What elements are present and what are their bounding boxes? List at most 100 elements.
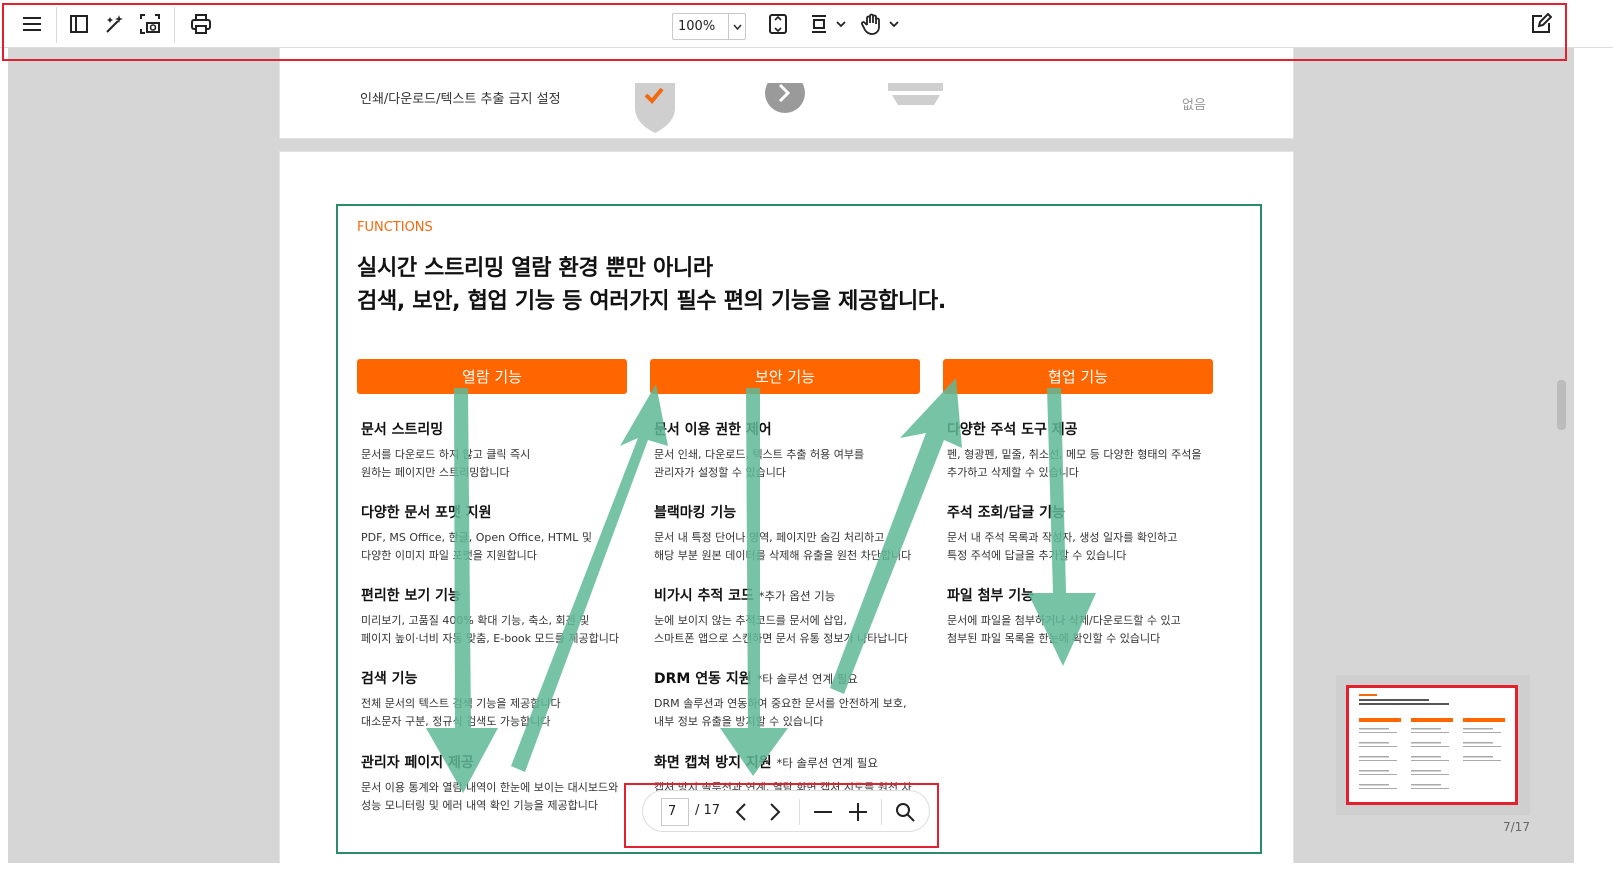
feature-desc: 첨부된 파일 목록을 한눈에 확인할 수 있습니다 xyxy=(947,632,1161,645)
page-navigator: 7 / 17 xyxy=(642,790,930,832)
thumbnail-page-label: 7/17 xyxy=(1503,820,1530,834)
current-page: FUNCTIONS 실시간 스트리밍 열람 환경 뿐만 아니라 검색, 보안, … xyxy=(280,152,1293,863)
page-thumbnail[interactable] xyxy=(1346,685,1518,805)
screenshot-button[interactable] xyxy=(134,8,166,40)
feature-item: 다양한 문서 포맷 지원 PDF, MS Office, 한글, Open Of… xyxy=(361,502,641,565)
feature-item: 문서 이용 권한 제어 문서 인쇄, 다운로드, 텍스트 추출 허용 여부를 관… xyxy=(654,419,934,482)
feature-title: 파일 첨부 기능 xyxy=(947,588,1035,604)
feature-desc: 미리보기, 고품질 400% 확대 기능, 축소, 회전 및 xyxy=(361,614,590,627)
column-header-security: 보안 기능 xyxy=(650,359,920,394)
fit-page-button[interactable] xyxy=(762,8,794,40)
feature-title-text: 화면 캡쳐 방지 지원 xyxy=(654,755,772,771)
chevron-down-icon xyxy=(728,14,745,39)
pager-divider xyxy=(799,799,800,825)
feature-note: *타 솔루션 연계 필요 xyxy=(756,672,858,686)
next-page-button[interactable] xyxy=(761,798,789,826)
feature-title: 다양한 문서 포맷 지원 xyxy=(361,505,492,521)
edit-icon xyxy=(1532,13,1552,33)
zoom-value: 100% xyxy=(678,19,716,34)
feature-title: 블랙마킹 기능 xyxy=(654,505,737,521)
content-frame: FUNCTIONS 실시간 스트리밍 열람 환경 뿐만 아니라 검색, 보안, … xyxy=(336,204,1262,854)
feature-title: 관리자 페이지 제공 xyxy=(361,755,474,771)
toolbar-divider xyxy=(174,7,175,43)
feature-title-text: 비가시 추적 코드 xyxy=(654,588,754,604)
feature-desc: 내부 정보 유출을 방지할 수 있습니다 xyxy=(654,715,824,728)
menu-button[interactable] xyxy=(16,8,48,40)
feature-desc: 관리자가 설정할 수 있습니다 xyxy=(654,466,786,479)
page-number-input[interactable]: 7 xyxy=(661,798,689,826)
scroll-mode-button[interactable] xyxy=(808,8,850,40)
feature-item: DRM 연동 지원 *타 솔루션 연계 필요 DRM 솔루션과 연동하여 중요한… xyxy=(654,668,934,731)
column-header-collaboration: 협업 기능 xyxy=(943,359,1213,394)
feature-title: 화면 캡쳐 방지 지원 *타 솔루션 연계 필요 xyxy=(654,752,934,772)
feature-title: 문서 스트리밍 xyxy=(361,422,444,438)
thumbnail-panel xyxy=(1336,675,1530,815)
feature-title: 문서 이용 권한 제어 xyxy=(654,422,772,438)
zoom-select[interactable]: 100% xyxy=(672,13,746,40)
feature-note: *타 솔루션 연계 필요 xyxy=(776,756,878,770)
feature-desc: 문서 이용 통계와 열람 내역이 한눈에 보이는 대시보드와 xyxy=(361,781,619,794)
toolbar-divider xyxy=(56,7,57,43)
pager-divider xyxy=(881,799,882,825)
thumbnail-preview xyxy=(1359,694,1505,789)
feature-desc: 문서를 다운로드 하지 않고 클릭 즉시 xyxy=(361,448,531,461)
feature-item: 파일 첨부 기능 문서에 파일을 첨부하거나 삭제/다운로드할 수 있고 첨부된… xyxy=(947,585,1227,648)
prev-page-icons xyxy=(635,83,943,133)
feature-item: 관리자 페이지 제공 문서 이용 통계와 열람 내역이 한눈에 보이는 대시보드… xyxy=(361,752,641,815)
scrollbar-thumb[interactable] xyxy=(1557,380,1566,430)
feature-desc: 스마트폰 앱으로 스캔하면 문서 유통 정보가 나타납니다 xyxy=(654,632,908,645)
previous-page-button[interactable] xyxy=(727,798,755,826)
feature-item: 주석 조회/답글 기능 문서 내 주석 목록과 작성자, 생성 일자를 확인하고… xyxy=(947,502,1227,565)
minus-icon xyxy=(814,811,832,813)
zoom-out-button[interactable] xyxy=(809,798,837,826)
zoom-in-button[interactable] xyxy=(844,798,872,826)
print-icon xyxy=(191,14,211,34)
search-icon xyxy=(896,803,915,822)
feature-item: 문서 스트리밍 문서를 다운로드 하지 않고 클릭 즉시 원하는 페이지만 스트… xyxy=(361,419,641,482)
feature-desc: PDF, MS Office, 한글, Open Office, HTML 및 xyxy=(361,531,592,544)
prev-page-value: 없음 xyxy=(1182,98,1206,113)
feature-item: 다양한 주석 도구 제공 펜, 형광펜, 밑줄, 취소선, 메모 등 다양한 형… xyxy=(947,419,1227,482)
feature-item: 비가시 추적 코드 *추가 옵션 기능 눈에 보이지 않는 추적코드를 문서에 … xyxy=(654,585,934,648)
feature-title: 검색 기능 xyxy=(361,671,418,687)
feature-title: 비가시 추적 코드 *추가 옵션 기능 xyxy=(654,585,934,605)
feature-desc: 문서 내 특정 단어나 영역, 페이지만 숨김 처리하고 xyxy=(654,531,885,544)
feature-desc: 펜, 형광펜, 밑줄, 취소선, 메모 등 다양한 형태의 주석을 xyxy=(947,448,1202,461)
feature-desc: 다양한 이미지 파일 포맷을 지원합니다 xyxy=(361,549,537,562)
chevron-left-icon xyxy=(735,803,746,821)
feature-desc: 추가하고 삭제할 수 있습니다 xyxy=(947,466,1079,479)
feature-title: 편리한 보기 기능 xyxy=(361,588,461,604)
feature-desc: 대소문자 구분, 정규식 검색도 가능합니다 xyxy=(361,715,551,728)
feature-desc: 페이지 높이·너비 자동 맞춤, E-book 모드를 제공합니다 xyxy=(361,632,619,645)
search-button[interactable] xyxy=(891,798,919,826)
feature-desc: 전체 문서의 텍스트 검색 기능을 제공합니다 xyxy=(361,697,561,710)
chevron-right-icon xyxy=(770,803,781,821)
feature-title: DRM 연동 지원 *타 솔루션 연계 필요 xyxy=(654,668,934,688)
hand-tool-button[interactable] xyxy=(860,8,902,40)
feature-title: 다양한 주석 도구 제공 xyxy=(947,422,1078,438)
hand-tool-icon xyxy=(861,13,899,35)
tray-icon xyxy=(892,95,940,105)
column-header-viewing: 열람 기능 xyxy=(357,359,627,394)
shield-icon xyxy=(635,83,675,133)
feature-item: 편리한 보기 기능 미리보기, 고품질 400% 확대 기능, 축소, 회전 및… xyxy=(361,585,641,648)
feature-note: *추가 옵션 기능 xyxy=(758,589,836,603)
print-button[interactable] xyxy=(185,8,217,40)
prev-page-text: 인쇄/다운로드/텍스트 추출 금지 설정 xyxy=(360,92,561,107)
screenshot-icon xyxy=(140,14,160,34)
toolbar: 100% xyxy=(0,0,1613,48)
fit-page-icon xyxy=(769,14,787,34)
magic-wand-button[interactable] xyxy=(99,8,131,40)
feature-desc: 특정 주석에 답글을 추가할 수 있습니다 xyxy=(947,549,1127,562)
feature-desc: 문서 내 주석 목록과 작성자, 생성 일자를 확인하고 xyxy=(947,531,1178,544)
page-total: / 17 xyxy=(695,803,721,818)
sidebar-toggle-icon xyxy=(70,15,88,33)
feature-desc: 원하는 페이지만 스트리밍합니다 xyxy=(361,466,510,479)
feature-desc: 문서 인쇄, 다운로드, 텍스트 추출 허용 여부를 xyxy=(654,448,865,461)
edit-button[interactable] xyxy=(1525,8,1557,40)
sidebar-toggle-button[interactable] xyxy=(63,8,95,40)
menu-icon xyxy=(23,17,41,31)
plus-icon xyxy=(849,803,867,821)
heading-line-1: 실시간 스트리밍 열람 환경 뿐만 아니라 xyxy=(357,256,713,281)
previous-page: 인쇄/다운로드/텍스트 추출 금지 설정 없음 xyxy=(280,48,1293,138)
